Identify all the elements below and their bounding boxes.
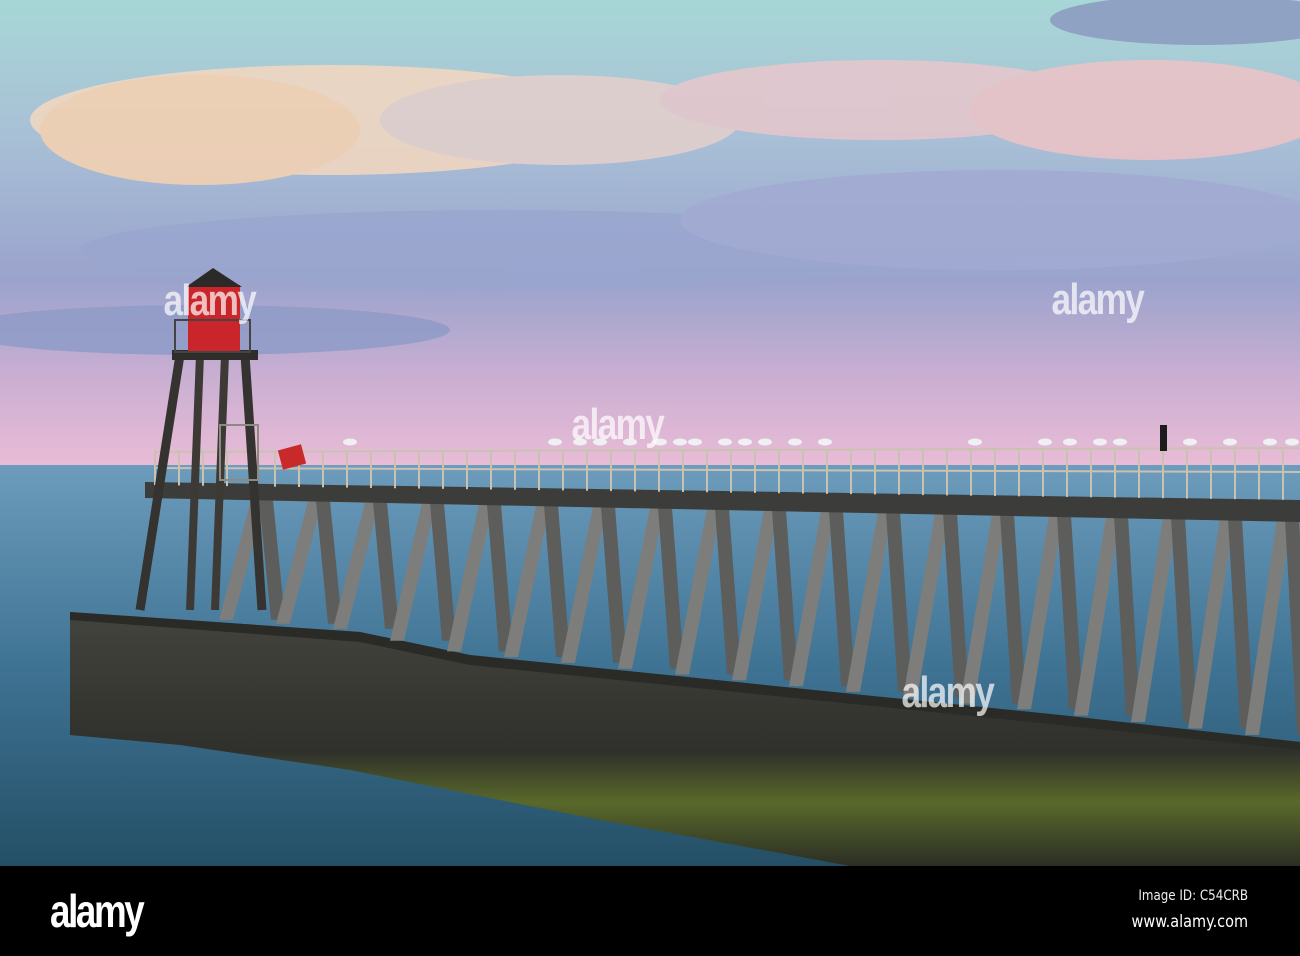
seagull bbox=[1038, 438, 1052, 446]
seagull bbox=[343, 438, 357, 446]
seagull bbox=[688, 438, 702, 446]
seagull bbox=[758, 438, 772, 446]
seagull bbox=[818, 438, 832, 446]
seagull bbox=[1183, 438, 1197, 446]
seagull bbox=[1285, 438, 1299, 446]
seagull bbox=[968, 438, 982, 446]
alamy-logo[interactable]: alamy bbox=[50, 884, 145, 938]
seagull bbox=[1093, 438, 1107, 446]
seagull bbox=[1063, 438, 1077, 446]
watermark: alamy bbox=[901, 668, 994, 717]
seagull bbox=[788, 438, 802, 446]
cormorant bbox=[1160, 425, 1167, 451]
seagull bbox=[673, 438, 687, 446]
watermark: alamy bbox=[163, 276, 256, 325]
seagull bbox=[1223, 438, 1237, 446]
seagull bbox=[1113, 438, 1127, 446]
watermark: alamy bbox=[571, 400, 664, 449]
seagull bbox=[718, 438, 732, 446]
site-url[interactable]: www.alamy.com bbox=[1132, 912, 1248, 932]
footer-bar: alamy Image ID: C54CRB www.alamy.com bbox=[0, 866, 1300, 956]
image-id: Image ID: C54CRB bbox=[1138, 888, 1248, 904]
photo-scene: alamy alamy alamy alamy alamy Image ID: … bbox=[0, 0, 1300, 956]
watermark: alamy bbox=[1051, 275, 1144, 324]
seagull bbox=[548, 438, 562, 446]
seagull bbox=[1263, 438, 1277, 446]
seagull bbox=[738, 438, 752, 446]
